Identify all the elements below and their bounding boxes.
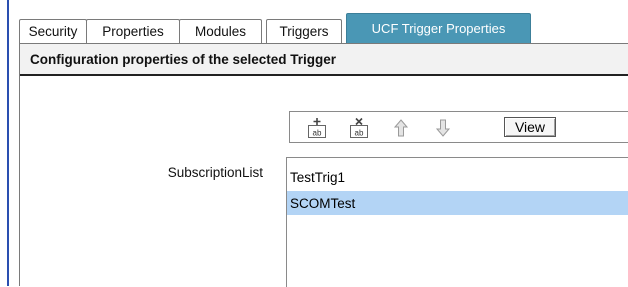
window-left-border [7, 0, 9, 286]
view-button[interactable]: View [504, 117, 556, 137]
tab-triggers[interactable]: Triggers [266, 19, 342, 43]
subscription-list[interactable]: TestTrig1 SCOMTest [286, 157, 628, 287]
move-up-icon[interactable] [390, 117, 412, 139]
tab-label: Properties [102, 24, 164, 39]
tab-label: Modules [194, 24, 247, 39]
tab-label: Security [28, 24, 78, 39]
tab-modules[interactable]: Modules [179, 19, 262, 43]
panel-header: Configuration properties of the selected… [20, 44, 628, 76]
svg-text:ab: ab [355, 128, 364, 137]
list-toolbar: ab ab View [289, 111, 628, 143]
list-item[interactable]: TestTrig1 [287, 165, 628, 189]
list-item-selected[interactable]: SCOMTest [287, 191, 628, 215]
tab-ucf-trigger-properties[interactable]: UCF Trigger Properties [346, 13, 531, 43]
move-down-icon[interactable] [432, 117, 454, 139]
subscription-list-label: SubscriptionList [167, 165, 263, 180]
remove-item-icon[interactable]: ab [348, 117, 370, 139]
tab-label: Triggers [279, 24, 329, 39]
add-item-icon[interactable]: ab [306, 117, 328, 139]
panel-title: Configuration properties of the selected… [30, 52, 337, 67]
tab-strip: Security Properties Modules Triggers UCF… [19, 13, 628, 43]
tab-properties[interactable]: Properties [86, 19, 180, 43]
tab-label: UCF Trigger Properties [371, 21, 506, 36]
tab-content-panel: Configuration properties of the selected… [19, 43, 628, 287]
tab-security[interactable]: Security [19, 19, 87, 43]
svg-text:ab: ab [313, 128, 322, 137]
